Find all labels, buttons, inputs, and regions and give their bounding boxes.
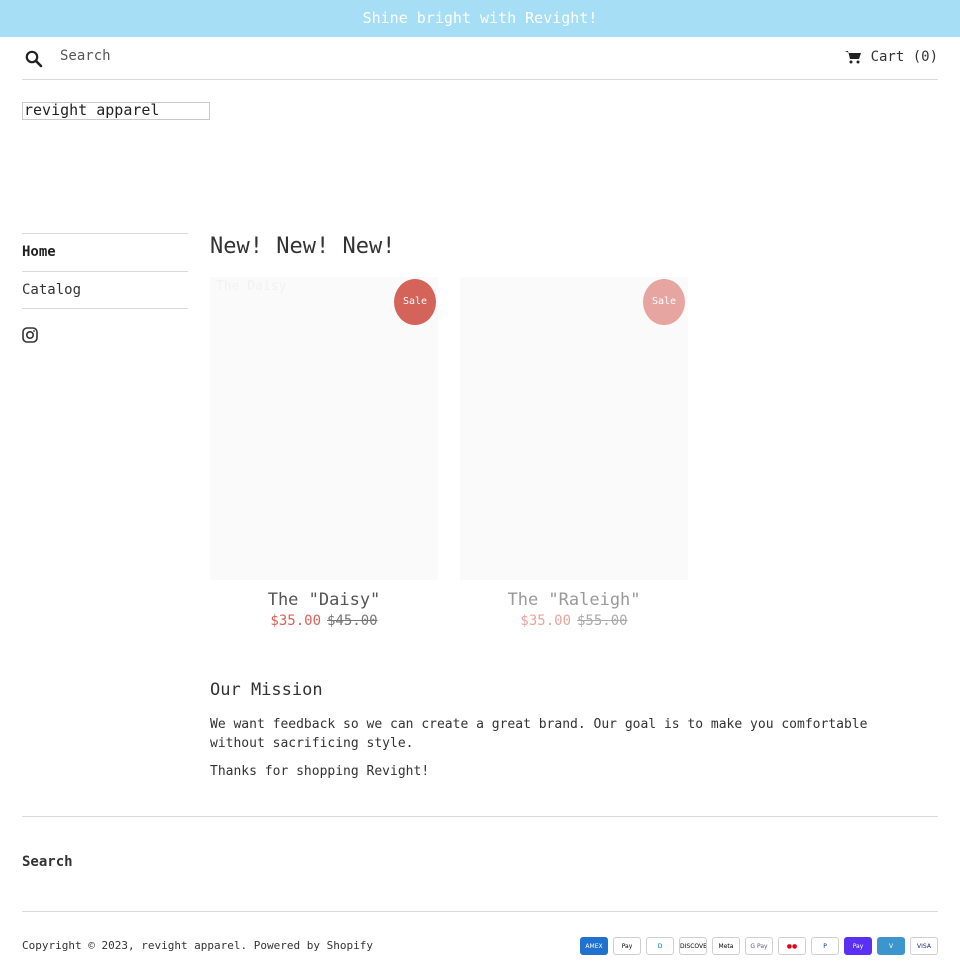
amex-icon: AMEX [580,937,608,955]
nav-item-home[interactable]: Home [22,233,188,271]
store-logo[interactable]: revight apparel [22,102,210,120]
header-bar: Cart (0) [22,37,938,80]
apple-pay-icon: Pay [613,937,641,955]
product-title[interactable]: The "Daisy" [210,590,438,610]
product-price: $35.00 $55.00 [460,613,688,629]
sale-badge: Sale [394,279,436,325]
product-price: $35.00 $45.00 [210,613,438,629]
sidebar-nav: Home Catalog [22,233,188,343]
product-title[interactable]: The "Raleigh" [460,590,688,610]
collection-title: New! New! New! [210,234,396,259]
footer-search-link[interactable]: Search [22,854,73,870]
cart-label: Cart (0) [870,49,938,65]
sale-price: $35.00 [270,613,321,629]
copyright: Copyright © 2023, revight apparel. Power… [22,939,373,952]
google-pay-icon: G Pay [745,937,773,955]
sale-price: $35.00 [520,613,571,629]
mastercard-icon: ●● [778,937,806,955]
product-image-alt-text: The Daisy [216,279,287,294]
nav-item-catalog[interactable]: Catalog [22,271,188,309]
compare-price: $45.00 [327,613,378,629]
mission-text: We want feedback so we can create a grea… [210,717,868,751]
search-input[interactable] [60,45,360,67]
sale-badge: Sale [643,279,685,325]
compare-price: $55.00 [577,613,628,629]
mission-thanks: Thanks for shopping Revight! [210,764,430,779]
cart-icon [844,51,861,64]
product-card-daisy[interactable]: The Daisy Sale The "Daisy" $35.00 $45.00 [210,277,438,629]
discover-icon: DISCOVER [679,937,707,955]
footer-divider [22,911,938,912]
paypal-icon: P [811,937,839,955]
product-card-raleigh[interactable]: Sale The "Raleigh" $35.00 $55.00 [460,277,688,629]
meta-pay-icon: Meta [712,937,740,955]
visa-icon: VISA [910,937,938,955]
mission-title: Our Mission [210,680,323,700]
product-image[interactable]: Sale [460,277,688,580]
cart-link[interactable]: Cart (0) [844,49,938,65]
footer-divider [22,816,938,817]
payment-icons: AMEX Pay D DISCOVER Meta G Pay ●● P Pay V VISA [580,937,938,955]
product-image[interactable]: The Daisy Sale [210,277,438,580]
shop-pay-icon: Pay [844,937,872,955]
diners-club-icon: D [646,937,674,955]
instagram-icon[interactable] [22,327,38,343]
search-icon[interactable] [24,49,44,69]
announcement-bar: Shine bright with Revight! [0,0,960,37]
venmo-icon: V [877,937,905,955]
